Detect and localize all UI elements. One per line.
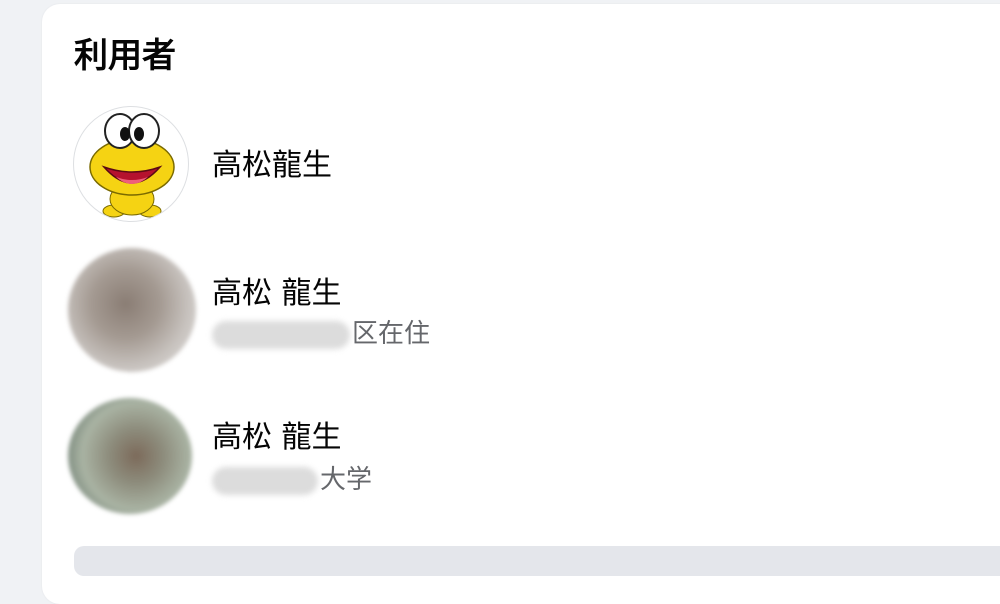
user-list-item[interactable]: 高松 龍生 区在住 bbox=[66, 242, 966, 372]
user-detail-text: 区在住 bbox=[352, 319, 431, 349]
redacted-text bbox=[212, 466, 318, 495]
user-detail: 区在住 bbox=[212, 318, 430, 350]
user-detail-text: 大学 bbox=[320, 465, 373, 495]
redacted-text bbox=[212, 320, 350, 349]
avatar[interactable] bbox=[68, 398, 192, 514]
section-title: 利用者 bbox=[74, 36, 176, 76]
avatar[interactable] bbox=[73, 106, 189, 222]
user-name[interactable]: 高松龍生 bbox=[212, 148, 332, 184]
user-name[interactable]: 高松 龍生 bbox=[212, 276, 342, 312]
bottom-input-bar[interactable] bbox=[74, 546, 1000, 576]
user-name[interactable]: 高松 龍生 bbox=[212, 420, 342, 456]
avatar[interactable] bbox=[68, 248, 196, 372]
user-list-item[interactable]: 高松龍生 bbox=[66, 100, 966, 230]
user-detail: 大学 bbox=[212, 464, 372, 496]
frog-avatar-icon bbox=[89, 113, 175, 218]
user-list-item[interactable]: 高松 龍生 大学 bbox=[66, 392, 966, 522]
